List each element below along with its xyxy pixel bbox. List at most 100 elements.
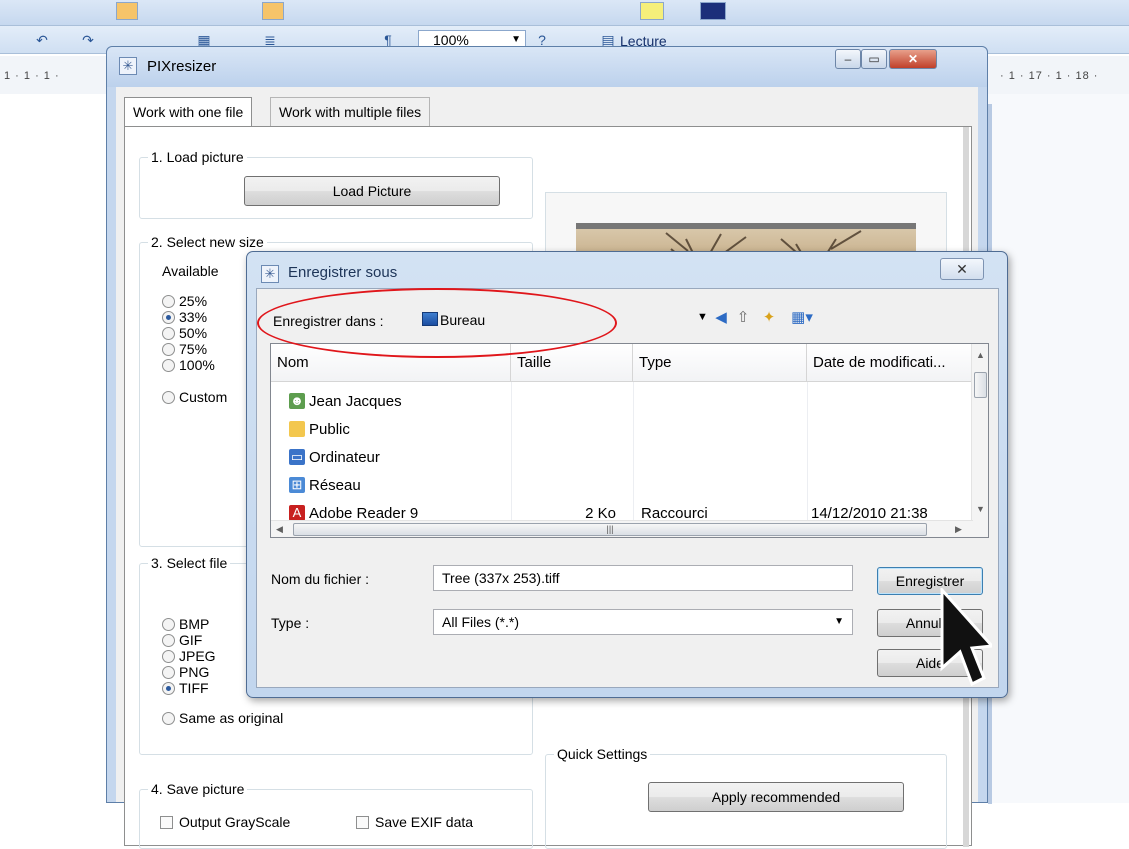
radio-icon <box>162 327 175 340</box>
radio-tiff[interactable]: TIFF <box>162 680 209 696</box>
network-icon: ⊞ <box>289 477 305 493</box>
vertical-scrollbar[interactable]: ▲ ▼ <box>971 344 988 537</box>
apply-recommended-button[interactable]: Apply recommended <box>648 782 904 812</box>
radio-icon <box>162 295 175 308</box>
ribbon-align-button[interactable] <box>262 2 284 20</box>
group-quick-settings: Quick Settings Apply recommended <box>545 746 947 849</box>
maximize-button[interactable]: ▭ <box>861 49 887 69</box>
filename-label: Nom du fichier : <box>271 571 370 587</box>
column-header-type[interactable]: Type <box>633 344 807 382</box>
dialog-close-button[interactable]: ✕ <box>940 258 984 280</box>
file-name: Ordinateur <box>309 449 380 466</box>
filename-input[interactable]: Tree (337x 253).tiff <box>433 565 853 591</box>
close-button[interactable]: ✕ <box>889 49 937 69</box>
radio-checked-icon <box>162 311 175 324</box>
radio-icon <box>162 666 175 679</box>
word-ribbon <box>0 0 1129 26</box>
grayscale-checkbox[interactable]: Output GrayScale <box>160 814 290 830</box>
ruler-right-label: · 1 · 17 · 1 · 18 · <box>1000 70 1099 82</box>
group-label: Quick Settings <box>554 746 651 762</box>
radio-label: Same as original <box>179 710 284 726</box>
redo-icon[interactable]: ↷ <box>80 32 96 48</box>
back-icon[interactable]: ◀ <box>712 309 730 327</box>
radio-gif[interactable]: GIF <box>162 632 202 648</box>
file-name: Réseau <box>309 477 361 494</box>
scroll-thumb[interactable] <box>974 372 987 398</box>
radio-icon <box>162 634 175 647</box>
radio-icon <box>162 359 175 372</box>
annotation-ellipse <box>257 288 617 358</box>
up-folder-icon[interactable]: ⇧ <box>734 309 752 327</box>
list-item[interactable]: ☻ Jean Jacques <box>271 388 971 416</box>
radio-icon <box>162 391 175 404</box>
type-select[interactable]: All Files (*.*) ▼ <box>433 609 853 635</box>
radio-label: BMP <box>179 616 210 632</box>
radio-label: 50% <box>179 325 208 341</box>
radio-icon <box>162 618 175 631</box>
radio-label: 33% <box>179 309 208 325</box>
scroll-right-icon[interactable]: ▶ <box>955 524 962 535</box>
type-value: All Files (*.*) <box>442 614 520 630</box>
radio-size-custom[interactable]: Custom <box>162 389 227 405</box>
group-label: 3. Select file <box>148 555 231 571</box>
group-label: 4. Save picture <box>148 781 248 797</box>
scroll-up-icon[interactable]: ▲ <box>976 350 985 360</box>
radio-png[interactable]: PNG <box>162 664 209 680</box>
ruler-left-label: 1 · 1 · 1 · <box>4 70 60 82</box>
chevron-down-icon[interactable]: ▼ <box>697 311 708 323</box>
radio-size-100[interactable]: 100% <box>162 357 215 373</box>
list-item[interactable]: ▭ Ordinateur <box>271 444 971 472</box>
radio-size-50[interactable]: 50% <box>162 325 207 341</box>
scroll-thumb[interactable]: ||| <box>293 523 927 536</box>
file-name: Public <box>309 421 350 438</box>
column-header-date[interactable]: Date de modificati... <box>807 344 973 382</box>
radio-jpeg[interactable]: JPEG <box>162 648 216 664</box>
list-item[interactable]: Public <box>271 416 971 444</box>
tab-multiple-files[interactable]: Work with multiple files <box>270 97 431 127</box>
app-icon: ✳ <box>119 57 137 75</box>
scroll-left-icon[interactable]: ◀ <box>276 524 283 535</box>
group-label: 2. Select new size <box>148 234 267 250</box>
user-folder-icon: ☻ <box>289 393 305 409</box>
radio-icon <box>162 650 175 663</box>
radio-label: 25% <box>179 293 208 309</box>
radio-checked-icon <box>162 682 175 695</box>
pixresizer-titlebar[interactable]: ✳ PIXresizer – ▭ ✕ <box>107 47 987 87</box>
radio-size-33[interactable]: 33% <box>162 309 207 325</box>
checkbox-label: Save EXIF data <box>375 814 474 830</box>
ribbon-color-button[interactable] <box>640 2 664 20</box>
radio-label: JPEG <box>179 648 216 664</box>
load-picture-button[interactable]: Load Picture <box>244 176 500 206</box>
views-menu-icon[interactable]: ▦▾ <box>787 309 817 327</box>
computer-icon: ▭ <box>289 449 305 465</box>
folder-icon <box>289 421 305 437</box>
tab-one-file[interactable]: Work with one file <box>124 97 253 127</box>
minimize-button[interactable]: – <box>835 49 861 69</box>
type-label: Type : <box>271 615 310 631</box>
undo-icon[interactable]: ↶ <box>34 32 50 48</box>
radio-label: 75% <box>179 341 208 357</box>
radio-label: TIFF <box>179 680 209 696</box>
exif-checkbox[interactable]: Save EXIF data <box>356 814 473 830</box>
checkbox-icon <box>356 816 369 829</box>
radio-icon <box>162 343 175 356</box>
scroll-down-icon[interactable]: ▼ <box>976 504 985 514</box>
ribbon-fontcolor-button[interactable] <box>700 2 726 20</box>
radio-label: PNG <box>179 664 210 680</box>
radio-size-25[interactable]: 25% <box>162 293 207 309</box>
mouse-cursor-icon <box>940 588 992 687</box>
horizontal-scrollbar[interactable]: ◀ ||| ▶ <box>271 520 973 537</box>
dialog-title: Enregistrer sous <box>288 264 398 281</box>
window-title: PIXresizer <box>147 58 217 75</box>
ribbon-highlight-button[interactable] <box>116 2 138 20</box>
chevron-down-icon: ▼ <box>834 616 844 627</box>
file-list[interactable]: Nom Taille Type Date de modificati... ☻ … <box>270 343 989 538</box>
radio-same-as-original[interactable]: Same as original <box>162 710 283 726</box>
radio-bmp[interactable]: BMP <box>162 616 209 632</box>
list-item[interactable]: ⊞ Réseau <box>271 472 971 500</box>
new-folder-icon[interactable]: ✦ <box>760 309 778 327</box>
group-load-picture: 1. Load picture Load Picture <box>139 149 533 219</box>
adobe-reader-icon: A <box>289 505 305 521</box>
file-name: Jean Jacques <box>309 393 402 410</box>
radio-size-75[interactable]: 75% <box>162 341 207 357</box>
